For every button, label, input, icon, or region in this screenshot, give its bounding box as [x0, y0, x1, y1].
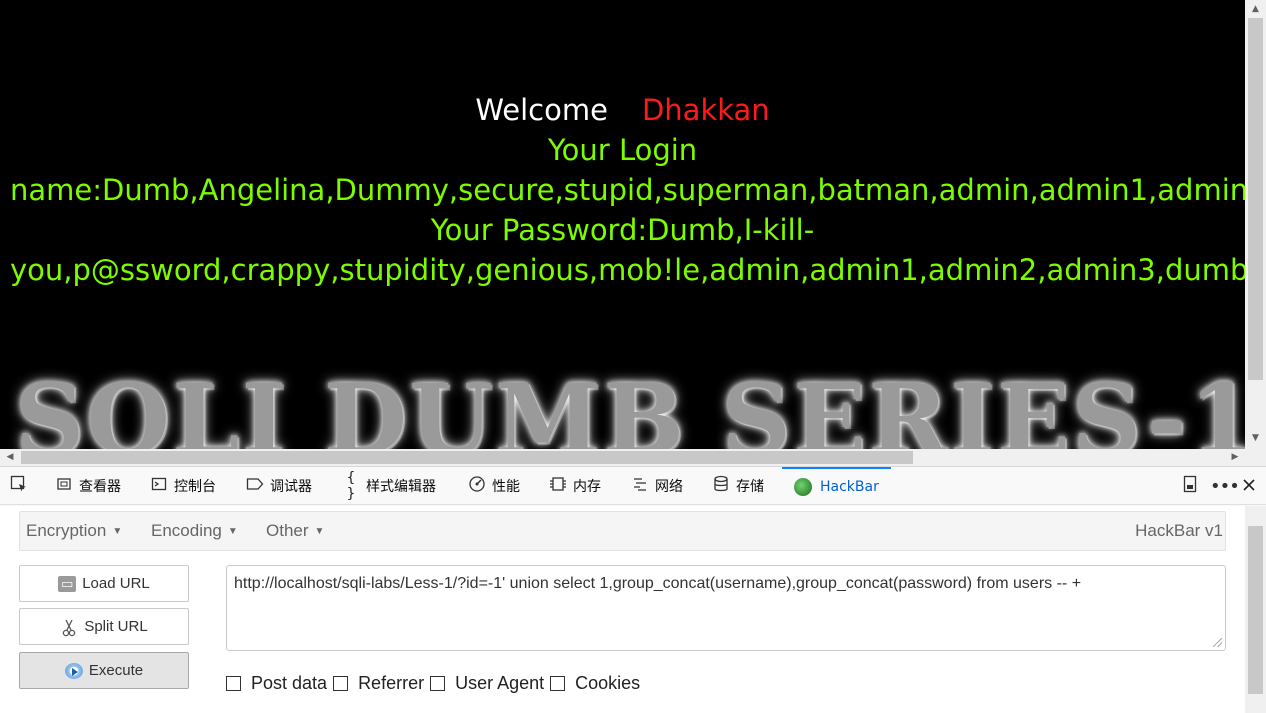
encryption-label: Encryption	[26, 521, 107, 540]
devtools-panel: 查看器 控制台 调试器 { } 样式编辑器 性能 内存 网络 存储 HackBa…	[0, 466, 1266, 713]
memory-icon	[549, 476, 567, 496]
tab-storage[interactable]: 存储	[712, 467, 764, 505]
tab-label: 查看器	[79, 479, 121, 495]
tab-label: 样式编辑器	[366, 479, 436, 495]
scroll-right-icon[interactable]: ▶	[1227, 449, 1243, 466]
page-vertical-scrollbar[interactable]: ▲ ▼	[1245, 0, 1266, 449]
network-icon	[631, 477, 649, 495]
tab-network[interactable]: 网络	[631, 467, 683, 505]
hackbar-vertical-scrollbar[interactable]	[1245, 506, 1266, 713]
page-horizontal-scrollbar[interactable]: ◀ ▶	[0, 449, 1245, 466]
encryption-menu[interactable]: Encryption ▼	[26, 512, 122, 550]
referrer-option[interactable]: Referrer	[333, 673, 424, 694]
welcome-label: Welcome	[475, 93, 608, 127]
chevron-down-icon: ▼	[227, 525, 238, 537]
scissors-icon	[60, 619, 78, 636]
post-data-option[interactable]: Post data	[226, 673, 327, 694]
performance-icon	[468, 475, 486, 497]
login-title: Your Login	[547, 133, 698, 167]
post-data-checkbox[interactable]	[226, 675, 241, 691]
scroll-left-icon[interactable]: ◀	[2, 449, 18, 466]
close-devtools-button[interactable]	[1242, 467, 1256, 505]
login-names: name:Dumb,Angelina,Dummy,secure,stupid,s…	[10, 173, 1245, 207]
tab-label: 内存	[573, 479, 601, 495]
debugger-icon	[246, 477, 264, 495]
load-url-icon: ▭	[58, 575, 77, 592]
user-agent-checkbox[interactable]	[430, 675, 446, 691]
chevron-down-icon: ▼	[112, 525, 123, 537]
other-menu[interactable]: Other ▼	[266, 512, 324, 550]
tab-hackbar[interactable]: HackBar	[782, 467, 891, 505]
split-url-label: Split URL	[84, 618, 148, 635]
page-viewport: Welcome Dhakkan Your Login name:Dumb,Ange…	[0, 0, 1245, 449]
tab-label: 控制台	[174, 479, 216, 495]
execute-button[interactable]: Execute	[19, 652, 189, 689]
cookies-checkbox[interactable]	[550, 675, 566, 691]
hackbar-panel: Encryption ▼ Encoding ▼ Other ▼ HackBar v1 …	[0, 506, 1245, 713]
load-url-button[interactable]: ▭ Load URL	[19, 565, 189, 602]
tab-memory[interactable]: 内存	[549, 467, 601, 505]
referrer-checkbox[interactable]	[333, 675, 349, 691]
tab-console[interactable]: 控制台	[150, 467, 216, 505]
more-dots-icon: •••	[1210, 475, 1240, 497]
tab-label: 存储	[736, 479, 764, 495]
dock-toggle-button[interactable]	[1182, 467, 1198, 505]
tab-debugger[interactable]: 调试器	[246, 467, 312, 505]
hackbar-icon	[794, 478, 812, 496]
element-picker-icon	[10, 475, 28, 497]
more-options-button[interactable]: •••	[1210, 467, 1240, 505]
encoding-menu[interactable]: Encoding ▼	[151, 512, 238, 550]
scroll-up-icon[interactable]: ▲	[1245, 1, 1266, 17]
hackbar-options: Post data Referrer User Agent Cookies	[226, 672, 646, 694]
cookies-label: Cookies	[575, 672, 641, 693]
inspector-icon	[55, 476, 73, 496]
console-icon	[150, 476, 168, 496]
resize-grip-icon[interactable]	[1213, 638, 1222, 647]
devtools-toolbar: 查看器 控制台 调试器 { } 样式编辑器 性能 内存 网络 存储 HackBa…	[0, 467, 1266, 505]
load-url-label: Load URL	[82, 575, 150, 592]
element-picker-button[interactable]	[10, 467, 34, 505]
hackbar-version: HackBar v1	[1135, 521, 1223, 540]
cookies-option[interactable]: Cookies	[550, 673, 640, 694]
play-icon	[64, 662, 83, 679]
username-text: Dhakkan	[641, 93, 770, 127]
tab-label: 调试器	[270, 479, 312, 495]
tab-label: 性能	[492, 479, 520, 495]
tab-label: 网络	[655, 479, 683, 495]
scrollbar-corner	[1245, 449, 1266, 466]
tab-performance[interactable]: 性能	[468, 467, 520, 505]
storage-icon	[712, 475, 730, 497]
post-data-label: Post data	[251, 672, 328, 693]
tab-style-editor[interactable]: { } 样式编辑器	[342, 467, 436, 505]
split-url-button[interactable]: Split URL	[19, 608, 189, 645]
style-editor-icon: { }	[346, 470, 356, 502]
scrollbar-thumb[interactable]	[1248, 526, 1263, 694]
user-agent-option[interactable]: User Agent	[430, 673, 544, 694]
referrer-label: Referrer	[358, 672, 425, 693]
url-value: http://localhost/sqli-labs/Less-1/?id=-1…	[234, 575, 1082, 592]
scrollbar-thumb[interactable]	[1248, 18, 1263, 380]
user-agent-label: User Agent	[455, 672, 545, 693]
chevron-down-icon: ▼	[314, 525, 325, 537]
scroll-down-icon[interactable]: ▼	[1245, 430, 1266, 446]
scrollbar-thumb[interactable]	[21, 451, 913, 464]
password-title: Your Password:Dumb,I-kill-	[430, 213, 815, 247]
hackbar-menu-bar: Encryption ▼ Encoding ▼ Other ▼ HackBar v1	[19, 511, 1226, 551]
dock-icon	[1182, 475, 1198, 497]
tab-label: HackBar	[820, 479, 879, 495]
encoding-label: Encoding	[151, 521, 222, 540]
tab-inspector[interactable]: 查看器	[55, 467, 121, 505]
password-values: you,p@ssword,crappy,stupidity,genious,mo…	[10, 253, 1245, 287]
url-textarea[interactable]: http://localhost/sqli-labs/Less-1/?id=-1…	[226, 565, 1226, 651]
welcome-line: Welcome Dhakkan	[0, 90, 1245, 130]
execute-label: Execute	[88, 662, 144, 679]
close-icon	[1242, 477, 1256, 496]
sqli-banner-image: SQLI DUMB SERIES-1	[15, 363, 1245, 450]
other-label: Other	[266, 521, 309, 540]
